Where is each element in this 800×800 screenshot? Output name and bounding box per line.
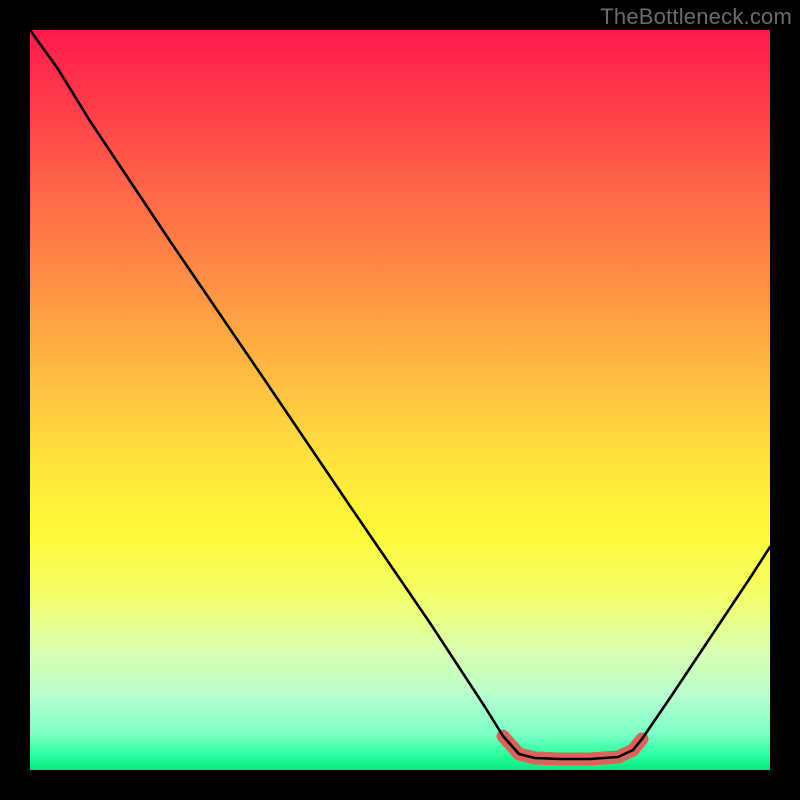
watermark-text: TheBottleneck.com — [600, 4, 792, 30]
gradient-plot-area — [30, 30, 770, 770]
chart-frame: TheBottleneck.com — [0, 0, 800, 800]
